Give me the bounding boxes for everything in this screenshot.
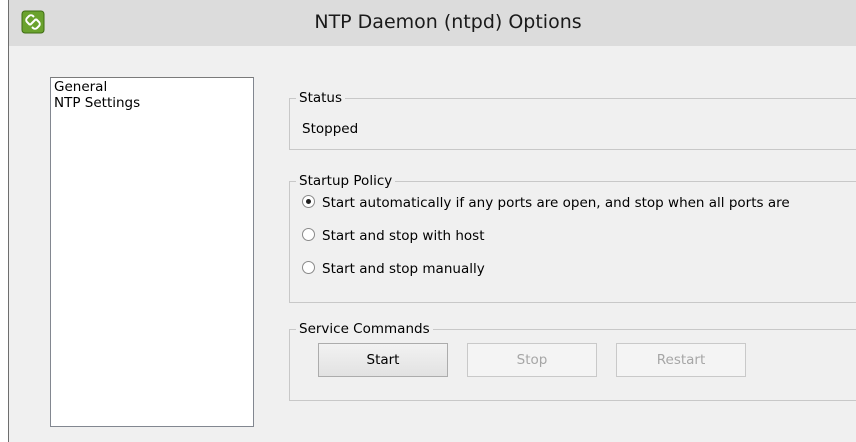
radio-label: Start and stop with host [322,228,485,244]
client-area: General NTP Settings Status Stopped Star… [9,46,856,442]
radio-button-checked[interactable] [302,194,315,208]
service-commands-legend: Service Commands [296,320,433,338]
options-window: NTP Daemon (ntpd) Options General NTP Se… [8,0,856,442]
radio-start-automatically[interactable]: Start automatically if any ports are ope… [302,193,790,213]
startup-policy-legend: Startup Policy [296,172,396,190]
service-commands-group: Service Commands Start Stop Restart [289,320,856,401]
radio-button[interactable] [302,260,315,274]
nav-item-ntp-settings[interactable]: NTP Settings [53,95,141,111]
nav-item-general[interactable]: General [53,79,108,95]
stop-button[interactable]: Stop [467,343,597,377]
radio-button[interactable] [302,227,315,241]
status-legend: Status [296,89,346,107]
radio-label: Start and stop manually [322,261,485,277]
status-value: Stopped [302,121,359,137]
startup-policy-group: Startup Policy Start automatically if an… [289,172,856,303]
title-bar: NTP Daemon (ntpd) Options [9,0,856,46]
start-button[interactable]: Start [318,343,448,377]
radio-label: Start automatically if any ports are ope… [322,195,790,211]
restart-button[interactable]: Restart [616,343,746,377]
status-group: Status Stopped [289,89,856,150]
window-title: NTP Daemon (ntpd) Options [314,11,582,33]
radio-start-stop-with-host[interactable]: Start and stop with host [302,226,484,246]
radio-start-stop-manually[interactable]: Start and stop manually [302,259,485,279]
settings-nav-list[interactable]: General NTP Settings [50,77,254,427]
